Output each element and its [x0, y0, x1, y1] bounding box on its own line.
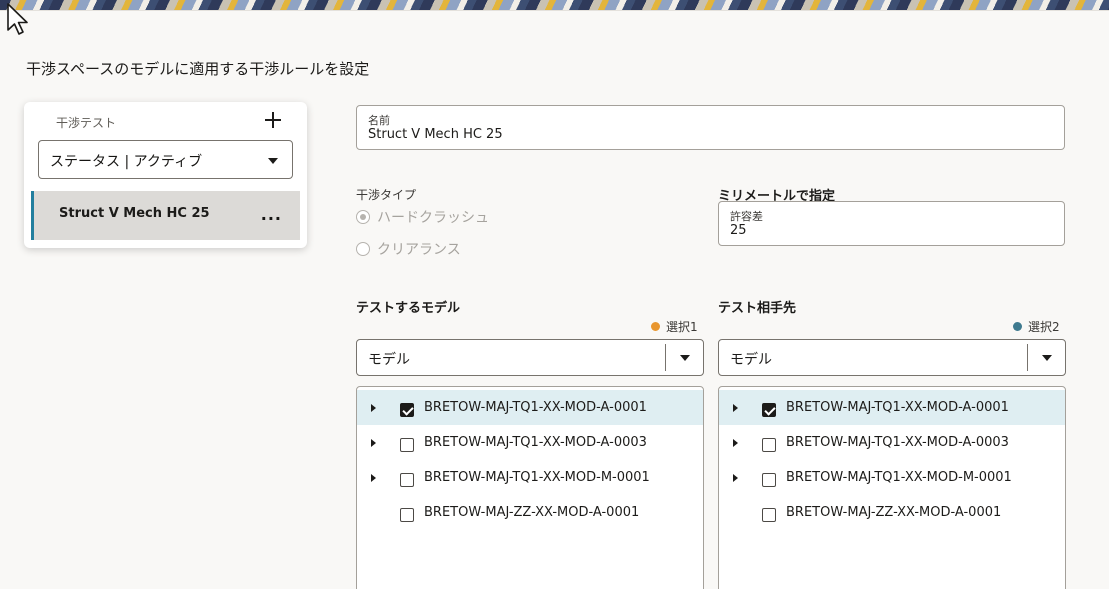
clash-tests-title: 干渉テスト [56, 116, 117, 130]
tree-row-label: BRETOW-MAJ-ZZ-XX-MOD-A-0001 [786, 505, 1002, 520]
selection2-label: 選択2 [1028, 320, 1060, 334]
test-against-select-value: モデル [730, 352, 772, 368]
radio-clearance[interactable]: クリアランス [356, 239, 461, 259]
tree-row-label: BRETOW-MAJ-TQ1-XX-MOD-M-0001 [424, 470, 650, 485]
name-field[interactable]: 名前 Struct V Mech HC 25 [356, 105, 1065, 150]
models-to-test-select-value: モデル [368, 352, 410, 368]
clash-test-item-label: Struct V Mech HC 25 [59, 206, 210, 221]
radio-icon[interactable] [356, 210, 370, 224]
tree-row[interactable]: BRETOW-MAJ-TQ1-XX-MOD-A-0003 [357, 425, 703, 460]
tolerance-field-label: 許容差 [730, 210, 763, 223]
chevron-down-icon [268, 158, 278, 164]
tree-row-label: BRETOW-MAJ-TQ1-XX-MOD-A-0003 [786, 435, 1009, 450]
name-field-label: 名前 [368, 114, 390, 127]
tree-row[interactable]: BRETOW-MAJ-TQ1-XX-MOD-A-0001 [719, 390, 1065, 425]
checkbox[interactable] [400, 403, 414, 417]
checkbox[interactable] [762, 473, 776, 487]
clash-test-item[interactable]: Struct V Mech HC 25 ... [31, 191, 300, 240]
tree-row[interactable]: BRETOW-MAJ-TQ1-XX-MOD-M-0001 [357, 460, 703, 495]
tree-row-label: BRETOW-MAJ-TQ1-XX-MOD-A-0001 [786, 400, 1009, 415]
tree-row[interactable]: BRETOW-MAJ-TQ1-XX-MOD-A-0003 [719, 425, 1065, 460]
status-filter-select[interactable]: ステータス | アクティブ [38, 140, 293, 179]
checkbox[interactable] [400, 438, 414, 452]
radio-icon[interactable] [356, 242, 370, 256]
banner-divider [0, 10, 1109, 11]
checkbox[interactable] [762, 508, 776, 522]
tree-row-label: BRETOW-MAJ-ZZ-XX-MOD-A-0001 [424, 505, 640, 520]
chevron-down-icon [1042, 355, 1052, 361]
orange-dot-icon [651, 322, 660, 331]
more-actions-button[interactable]: ... [261, 205, 282, 224]
expand-arrow-icon[interactable] [733, 474, 738, 482]
tree-row-label: BRETOW-MAJ-TQ1-XX-MOD-A-0003 [424, 435, 647, 450]
expand-arrow-icon[interactable] [733, 404, 738, 412]
selection1-indicator: 選択1 [651, 318, 698, 335]
radio-hard-clash[interactable]: ハードクラッシュ [356, 207, 489, 227]
checkbox[interactable] [762, 438, 776, 452]
selection1-label: 選択1 [666, 320, 698, 334]
models-to-test-title: テストするモデル [356, 301, 461, 316]
mouse-cursor-icon [7, 3, 28, 35]
teal-dot-icon [1013, 322, 1022, 331]
models-to-test-tree: BRETOW-MAJ-TQ1-XX-MOD-A-0001 BRETOW-MAJ-… [356, 386, 704, 589]
status-filter-value: ステータス | アクティブ [50, 154, 203, 170]
expand-arrow-icon[interactable] [733, 439, 738, 447]
clash-type-label: 干渉タイプ [356, 188, 417, 202]
name-field-value: Struct V Mech HC 25 [368, 127, 503, 142]
select-separator [665, 344, 666, 371]
test-against-title: テスト相手先 [718, 301, 797, 316]
page-heading: 干渉スペースのモデルに適用する干渉ルールを設定 [26, 60, 370, 78]
tree-row[interactable]: BRETOW-MAJ-ZZ-XX-MOD-A-0001 [357, 495, 703, 530]
chevron-down-icon [680, 355, 690, 361]
test-against-tree: BRETOW-MAJ-TQ1-XX-MOD-A-0001 BRETOW-MAJ-… [718, 386, 1066, 589]
clash-tests-panel: 干渉テスト ステータス | アクティブ Struct V Mech HC 25 … [24, 102, 307, 248]
radio-clearance-label: クリアランス [377, 242, 461, 258]
decorative-banner [0, 0, 1109, 10]
select-separator [1027, 344, 1028, 371]
tree-row-label: BRETOW-MAJ-TQ1-XX-MOD-A-0001 [424, 400, 647, 415]
tree-row-label: BRETOW-MAJ-TQ1-XX-MOD-M-0001 [786, 470, 1012, 485]
tree-row[interactable]: BRETOW-MAJ-TQ1-XX-MOD-M-0001 [719, 460, 1065, 495]
models-to-test-select[interactable]: モデル [356, 339, 704, 376]
radio-hard-clash-label: ハードクラッシュ [377, 210, 489, 226]
add-clash-test-button[interactable] [261, 108, 285, 132]
checkbox[interactable] [400, 473, 414, 487]
tree-row[interactable]: BRETOW-MAJ-TQ1-XX-MOD-A-0001 [357, 390, 703, 425]
tolerance-field[interactable]: 許容差 25 [718, 201, 1065, 246]
tree-row[interactable]: BRETOW-MAJ-ZZ-XX-MOD-A-0001 [719, 495, 1065, 530]
expand-arrow-icon[interactable] [371, 474, 376, 482]
test-against-select[interactable]: モデル [718, 339, 1066, 376]
expand-arrow-icon[interactable] [371, 404, 376, 412]
checkbox[interactable] [400, 508, 414, 522]
tolerance-field-value: 25 [730, 223, 747, 238]
expand-arrow-icon[interactable] [371, 439, 376, 447]
selection2-indicator: 選択2 [1013, 318, 1060, 335]
checkbox[interactable] [762, 403, 776, 417]
